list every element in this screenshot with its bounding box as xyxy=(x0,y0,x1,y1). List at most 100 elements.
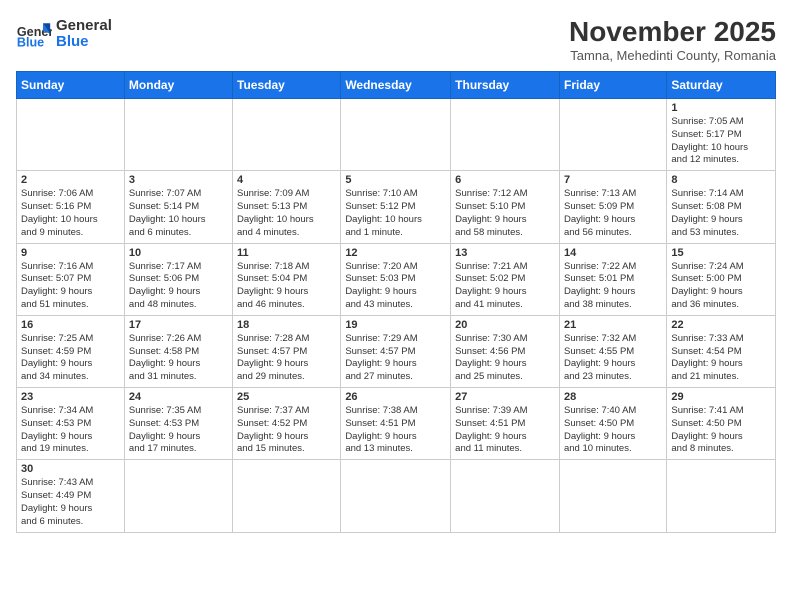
calendar-cell: 14Sunrise: 7:22 AM Sunset: 5:01 PM Dayli… xyxy=(559,243,666,315)
day-info: Sunrise: 7:05 AM Sunset: 5:17 PM Dayligh… xyxy=(671,116,771,167)
day-info: Sunrise: 7:09 AM Sunset: 5:13 PM Dayligh… xyxy=(237,188,336,239)
calendar-cell: 25 Sunrise: 7:37 AM Sunset: 4:52 PM Dayli… xyxy=(233,388,341,460)
calendar-cell: 23Sunrise: 7:34 AM Sunset: 4:53 PM Dayli… xyxy=(17,388,125,460)
weekday-header-sunday: Sunday xyxy=(17,72,125,99)
day-info: Sunrise: 7:10 AM Sunset: 5:12 PM Dayligh… xyxy=(345,188,446,239)
calendar-week-row: 1 Sunrise: 7:05 AM Sunset: 5:17 PM Daylig… xyxy=(17,99,776,171)
calendar-cell: 9Sunrise: 7:16 AM Sunset: 5:07 PM Daylig… xyxy=(17,243,125,315)
day-number: 17 xyxy=(129,319,228,331)
weekday-header-thursday: Thursday xyxy=(451,72,560,99)
day-number: 28 xyxy=(564,391,662,403)
day-info: Sunrise: 7:21 AM Sunset: 5:02 PM Dayligh… xyxy=(455,261,555,312)
day-number: 27 xyxy=(455,391,555,403)
calendar-cell: 6Sunrise: 7:12 AM Sunset: 5:10 PM Daylig… xyxy=(451,171,560,243)
calendar-cell xyxy=(233,99,341,171)
day-number: 18 xyxy=(237,319,336,331)
day-info: Sunrise: 7:06 AM Sunset: 5:16 PM Dayligh… xyxy=(21,188,120,239)
calendar-cell xyxy=(667,460,776,532)
day-number: 15 xyxy=(671,247,771,259)
day-number: 24 xyxy=(129,391,228,403)
day-info: Sunrise: 7:33 AM Sunset: 4:54 PM Dayligh… xyxy=(671,333,771,384)
calendar-cell: 20 Sunrise: 7:30 AM Sunset: 4:56 PM Dayli… xyxy=(451,315,560,387)
weekday-header-saturday: Saturday xyxy=(667,72,776,99)
page-header: General Blue General Blue November 2025 … xyxy=(16,16,776,63)
day-number: 22 xyxy=(671,319,771,331)
day-number: 16 xyxy=(21,319,120,331)
calendar-week-row: 9Sunrise: 7:16 AM Sunset: 5:07 PM Daylig… xyxy=(17,243,776,315)
calendar-table: SundayMondayTuesdayWednesdayThursdayFrid… xyxy=(16,71,776,533)
day-number: 14 xyxy=(564,247,662,259)
svg-text:Blue: Blue xyxy=(17,36,44,50)
day-info: Sunrise: 7:17 AM Sunset: 5:06 PM Dayligh… xyxy=(129,261,228,312)
day-number: 25 xyxy=(237,391,336,403)
calendar-cell: 8 Sunrise: 7:14 AM Sunset: 5:08 PM Daylig… xyxy=(667,171,776,243)
day-number: 13 xyxy=(455,247,555,259)
calendar-week-row: 16 Sunrise: 7:25 AM Sunset: 4:59 PM Dayli… xyxy=(17,315,776,387)
day-number: 2 xyxy=(21,174,120,186)
day-info: Sunrise: 7:28 AM Sunset: 4:57 PM Dayligh… xyxy=(237,333,336,384)
day-info: Sunrise: 7:26 AM Sunset: 4:58 PM Dayligh… xyxy=(129,333,228,384)
day-number: 7 xyxy=(564,174,662,186)
day-info: Sunrise: 7:30 AM Sunset: 4:56 PM Dayligh… xyxy=(455,333,555,384)
calendar-cell xyxy=(233,460,341,532)
day-info: Sunrise: 7:39 AM Sunset: 4:51 PM Dayligh… xyxy=(455,405,555,456)
logo-blue-text: Blue xyxy=(56,34,112,51)
logo-icon: General Blue xyxy=(16,16,52,52)
calendar-cell: 5 Sunrise: 7:10 AM Sunset: 5:12 PM Daylig… xyxy=(341,171,451,243)
day-info: Sunrise: 7:13 AM Sunset: 5:09 PM Dayligh… xyxy=(564,188,662,239)
day-info: Sunrise: 7:24 AM Sunset: 5:00 PM Dayligh… xyxy=(671,261,771,312)
calendar-week-row: 2 Sunrise: 7:06 AM Sunset: 5:16 PM Daylig… xyxy=(17,171,776,243)
day-info: Sunrise: 7:35 AM Sunset: 4:53 PM Dayligh… xyxy=(129,405,228,456)
day-info: Sunrise: 7:32 AM Sunset: 4:55 PM Dayligh… xyxy=(564,333,662,384)
day-number: 26 xyxy=(345,391,446,403)
day-number: 29 xyxy=(671,391,771,403)
day-number: 5 xyxy=(345,174,446,186)
weekday-header-wednesday: Wednesday xyxy=(341,72,451,99)
day-number: 10 xyxy=(129,247,228,259)
day-number: 12 xyxy=(345,247,446,259)
logo: General Blue General Blue xyxy=(16,16,112,52)
day-info: Sunrise: 7:20 AM Sunset: 5:03 PM Dayligh… xyxy=(345,261,446,312)
day-info: Sunrise: 7:18 AM Sunset: 5:04 PM Dayligh… xyxy=(237,261,336,312)
weekday-header-monday: Monday xyxy=(124,72,232,99)
calendar-cell xyxy=(559,99,666,171)
day-number: 8 xyxy=(671,174,771,186)
calendar-cell: 4Sunrise: 7:09 AM Sunset: 5:13 PM Daylig… xyxy=(233,171,341,243)
calendar-cell xyxy=(559,460,666,532)
calendar-cell: 15 Sunrise: 7:24 AM Sunset: 5:00 PM Dayli… xyxy=(667,243,776,315)
day-number: 1 xyxy=(671,102,771,114)
calendar-cell: 11 Sunrise: 7:18 AM Sunset: 5:04 PM Dayli… xyxy=(233,243,341,315)
day-number: 20 xyxy=(455,319,555,331)
day-number: 11 xyxy=(237,247,336,259)
day-info: Sunrise: 7:37 AM Sunset: 4:52 PM Dayligh… xyxy=(237,405,336,456)
day-info: Sunrise: 7:34 AM Sunset: 4:53 PM Dayligh… xyxy=(21,405,120,456)
calendar-cell xyxy=(451,99,560,171)
calendar-cell: 1 Sunrise: 7:05 AM Sunset: 5:17 PM Daylig… xyxy=(667,99,776,171)
calendar-cell: 12 Sunrise: 7:20 AM Sunset: 5:03 PM Dayli… xyxy=(341,243,451,315)
logo-general-text: General xyxy=(56,18,112,35)
calendar-cell: 10 Sunrise: 7:17 AM Sunset: 5:06 PM Dayli… xyxy=(124,243,232,315)
day-info: Sunrise: 7:25 AM Sunset: 4:59 PM Dayligh… xyxy=(21,333,120,384)
day-info: Sunrise: 7:38 AM Sunset: 4:51 PM Dayligh… xyxy=(345,405,446,456)
day-info: Sunrise: 7:14 AM Sunset: 5:08 PM Dayligh… xyxy=(671,188,771,239)
calendar-cell: 16 Sunrise: 7:25 AM Sunset: 4:59 PM Dayli… xyxy=(17,315,125,387)
day-info: Sunrise: 7:43 AM Sunset: 4:49 PM Dayligh… xyxy=(21,477,120,528)
day-info: Sunrise: 7:07 AM Sunset: 5:14 PM Dayligh… xyxy=(129,188,228,239)
calendar-header-row: SundayMondayTuesdayWednesdayThursdayFrid… xyxy=(17,72,776,99)
calendar-cell xyxy=(17,99,125,171)
title-block: November 2025 Tamna, Mehedinti County, R… xyxy=(569,16,776,63)
calendar-week-row: 23Sunrise: 7:34 AM Sunset: 4:53 PM Dayli… xyxy=(17,388,776,460)
day-info: Sunrise: 7:29 AM Sunset: 4:57 PM Dayligh… xyxy=(345,333,446,384)
day-info: Sunrise: 7:40 AM Sunset: 4:50 PM Dayligh… xyxy=(564,405,662,456)
day-number: 19 xyxy=(345,319,446,331)
weekday-header-friday: Friday xyxy=(559,72,666,99)
day-number: 30 xyxy=(21,463,120,475)
calendar-cell: 18 Sunrise: 7:28 AM Sunset: 4:57 PM Dayli… xyxy=(233,315,341,387)
day-number: 9 xyxy=(21,247,120,259)
location-subtitle: Tamna, Mehedinti County, Romania xyxy=(569,48,776,63)
calendar-cell: 27 Sunrise: 7:39 AM Sunset: 4:51 PM Dayli… xyxy=(451,388,560,460)
calendar-cell: 26 Sunrise: 7:38 AM Sunset: 4:51 PM Dayli… xyxy=(341,388,451,460)
calendar-cell: 17 Sunrise: 7:26 AM Sunset: 4:58 PM Dayli… xyxy=(124,315,232,387)
calendar-cell: 19 Sunrise: 7:29 AM Sunset: 4:57 PM Dayli… xyxy=(341,315,451,387)
calendar-cell xyxy=(451,460,560,532)
